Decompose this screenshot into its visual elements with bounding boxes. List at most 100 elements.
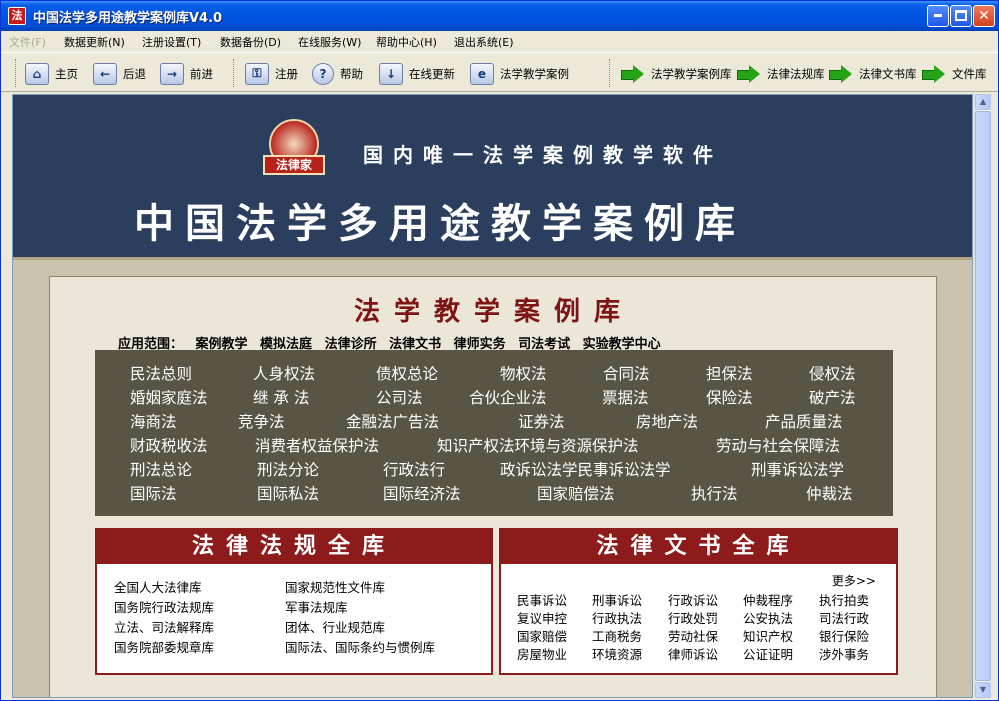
regulation-link[interactable]: 军事法规库 [285,597,348,616]
regulation-link[interactable]: 国务院行政法规库 [114,597,214,616]
register-button[interactable]: ⚿ 注册 [245,61,298,86]
maximize-button[interactable] [950,5,972,27]
more-link[interactable]: 更多>> [832,572,876,589]
document-link[interactable]: 房屋物业 [517,644,567,663]
document-link[interactable]: 劳动社保 [668,626,718,645]
law-link[interactable]: 合伙企业法 [469,386,547,408]
law-link[interactable]: 继 承 法 [253,386,309,408]
law-link[interactable]: 刑法总论 [130,458,192,480]
document-link[interactable]: 公安执法 [743,608,793,627]
document-link[interactable]: 涉外事务 [819,644,869,663]
document-link[interactable]: 知识产权 [743,626,793,645]
scroll-down-button[interactable]: ▼ [975,682,991,698]
law-link[interactable]: 保险法 [706,386,753,408]
regulation-link[interactable]: 国家规范性文件库 [285,577,385,596]
documents-link[interactable]: 法律文书库 [829,61,917,86]
scroll-thumb[interactable] [975,111,991,681]
law-link[interactable]: 行政法行 [383,458,445,480]
forward-button[interactable]: → 前进 [160,61,213,86]
law-link[interactable]: 海商法 [130,410,177,432]
law-link[interactable]: 国际法 [130,482,177,504]
document-link[interactable]: 行政诉讼 [668,590,718,609]
law-link[interactable]: 侵权法 [809,362,856,384]
document-link[interactable]: 银行保险 [819,626,869,645]
law-link[interactable]: 消费者权益保护法 [255,434,379,456]
law-link[interactable]: 婚姻家庭法 [130,386,208,408]
law-link[interactable]: 合同法 [603,362,650,384]
document-link[interactable]: 行政处罚 [668,608,718,627]
home-label: 主页 [55,66,78,81]
menu-file[interactable]: 文件(F) [9,34,46,50]
regulation-link[interactable]: 国务院部委规章库 [114,637,214,656]
document-link[interactable]: 刑事诉讼 [592,590,642,609]
toolbar-grip[interactable] [609,59,612,87]
law-link[interactable]: 物权法 [500,362,547,384]
menu-help-center[interactable]: 帮助中心(H) [376,34,437,50]
law-link[interactable]: 执行法 [691,482,738,504]
law-link[interactable]: 担保法 [706,362,753,384]
regulations-link[interactable]: 法律法规库 [737,61,825,86]
menu-data-update[interactable]: 数据更新(N) [64,34,125,50]
help-button[interactable]: ? 帮助 [312,61,363,86]
menu-register-settings[interactable]: 注册设置(T) [142,34,201,50]
document-link[interactable]: 公证证明 [743,644,793,663]
law-link[interactable]: 金融法广告法 [346,410,439,432]
menu-exit[interactable]: 退出系统(E) [454,34,514,50]
toolbar-grip[interactable] [233,59,236,87]
law-link[interactable]: 公司法 [376,386,423,408]
regulation-link[interactable]: 立法、司法解释库 [114,617,214,636]
scroll-up-button[interactable]: ▲ [975,94,991,110]
law-link[interactable]: 刑事诉讼法学 [751,458,844,480]
law-link[interactable]: 国际私法 [257,482,319,504]
law-link[interactable]: 政诉讼法学民事诉讼法学 [500,458,671,480]
law-link[interactable]: 产品质量法 [765,410,843,432]
document-link[interactable]: 国家赔偿 [517,626,567,645]
toolbar-grip[interactable] [15,59,18,87]
home-button[interactable]: ⌂ 主页 [25,61,78,86]
document-link[interactable]: 律师诉讼 [668,644,718,663]
law-link[interactable]: 债权总论 [376,362,438,384]
law-link[interactable]: 刑法分论 [257,458,319,480]
law-link[interactable]: 劳动与社会保障法 [716,434,840,456]
vertical-scrollbar[interactable]: ▲ ▼ [974,94,991,698]
law-link[interactable]: 人身权法 [253,362,315,384]
regulation-link[interactable]: 全国人大法律库 [114,577,202,596]
regulation-link[interactable]: 国际法、国际条约与惯例库 [285,637,435,656]
back-button[interactable]: ← 后退 [93,61,146,86]
document-link[interactable]: 行政执法 [592,608,642,627]
document-link[interactable]: 执行拍卖 [819,590,869,609]
law-link[interactable]: 民法总则 [130,362,192,384]
document-link[interactable]: 司法行政 [819,608,869,627]
law-row: 海商法 竞争法 金融法广告法 证券法 房地产法 产品质量法 [95,410,893,434]
regulation-link[interactable]: 团体、行业规范库 [285,617,385,636]
document-link[interactable]: 仲裁程序 [743,590,793,609]
law-link[interactable]: 证券法 [518,410,565,432]
app-icon[interactable]: 法 [8,7,26,25]
law-link[interactable]: 知识产权法环境与资源保护法 [437,434,639,456]
document-link[interactable]: 复议申控 [517,608,567,627]
banner-title: 中国法学多用途教学案例库 [134,201,746,247]
menu-data-backup[interactable]: 数据备份(D) [220,34,281,50]
law-link[interactable]: 竞争法 [238,410,285,432]
law-link[interactable]: 国际经济法 [383,482,461,504]
law-link[interactable]: 国家赔偿法 [537,482,615,504]
online-update-label: 在线更新 [409,66,455,81]
title-bar[interactable]: 法 中国法学多用途教学案例库V4.0 ✕ [1,1,998,31]
law-link[interactable]: 票据法 [602,386,649,408]
document-link[interactable]: 工商税务 [592,626,642,645]
files-link[interactable]: 文件库 [922,61,987,86]
document-link[interactable]: 环境资源 [592,644,642,663]
minimize-button[interactable] [927,5,949,27]
menu-online-service[interactable]: 在线服务(W) [298,34,361,50]
back-label: 后退 [123,66,146,81]
close-button[interactable]: ✕ [973,5,995,27]
law-link[interactable]: 财政税收法 [130,434,208,456]
online-update-button[interactable]: ↓ 在线更新 [379,61,455,86]
document-link[interactable]: 民事诉讼 [517,590,567,609]
toolbar: ⌂ 主页 ← 后退 → 前进 ⚿ 注册 ? 帮助 ↓ 在线更新 e 法学教学案例 [1,52,998,92]
law-link[interactable]: 破产法 [809,386,856,408]
case-button[interactable]: e 法学教学案例 [470,61,569,86]
law-link[interactable]: 房地产法 [636,410,698,432]
law-link[interactable]: 仲裁法 [806,482,853,504]
case-library-link[interactable]: 法学教学案例库 [621,61,732,86]
